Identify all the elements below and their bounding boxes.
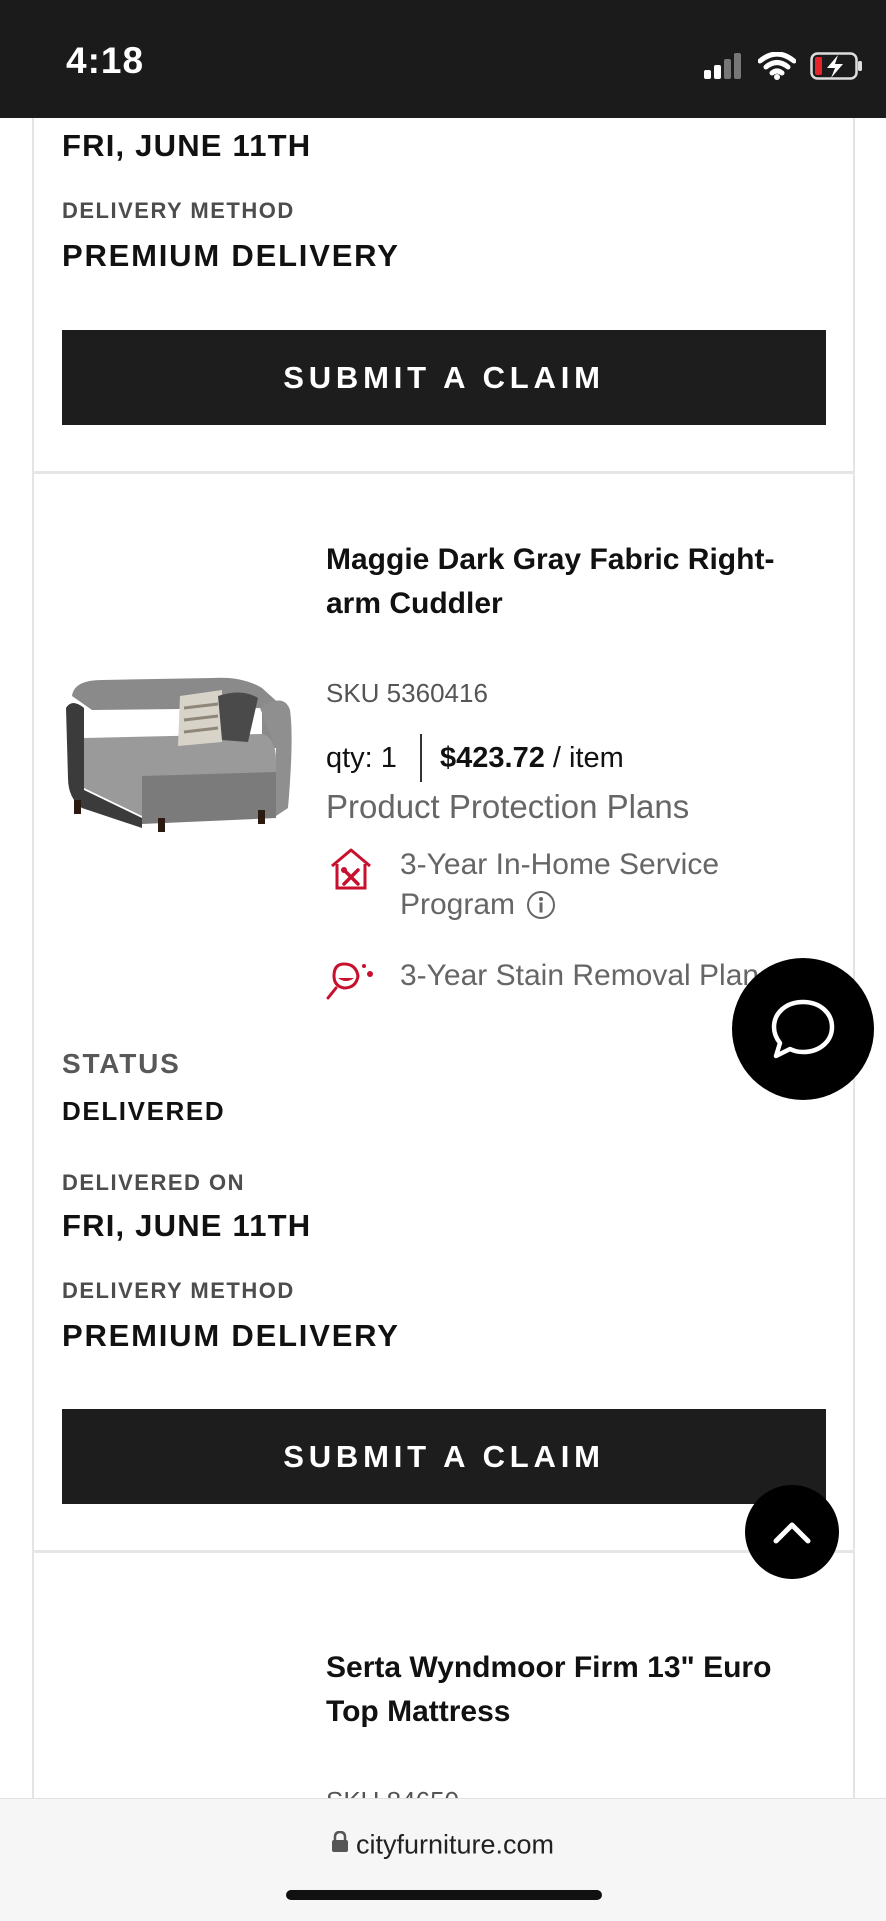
delivered-on-value: FRI, JUNE 11TH [62,1208,312,1243]
chat-bubble-icon [771,999,835,1059]
product-price: $423.72 / item [440,742,624,775]
card-border-right [853,118,855,1798]
scroll-to-top-button[interactable] [745,1485,839,1579]
url-text[interactable]: cityfurniture.com [0,1828,886,1860]
home-indicator[interactable] [286,1890,602,1900]
card-divider [32,1550,855,1553]
delivery-method-value: PREMIUM DELIVERY [62,1318,400,1353]
price-unit: / item [552,742,624,774]
plan-stain-removal[interactable]: 3-Year Stain Removal Plan [400,956,770,996]
delivery-method-value: PREMIUM DELIVERY [62,238,400,273]
wifi-icon [758,52,796,80]
cellular-signal-icon [704,53,741,79]
plan-in-home-service[interactable]: 3-Year In-Home Service Program [400,845,770,925]
status-icons [704,48,864,84]
chat-button[interactable] [732,958,874,1100]
product-image[interactable] [62,668,294,838]
product-title[interactable]: Maggie Dark Gray Fabric Right-arm Cuddle… [326,538,816,626]
status-value: DELIVERED [62,1096,226,1126]
lock-icon [331,1829,348,1860]
chevron-up-icon [773,1522,811,1544]
delivered-on-value: FRI, JUNE 11TH [62,128,312,163]
qty-price-divider [420,734,422,782]
sofa-image [66,677,292,832]
stain-removal-icon [326,956,378,1000]
product-title[interactable]: Serta Wyndmoor Firm 13" Euro Top Mattres… [326,1646,816,1734]
delivery-method-label: DELIVERY METHOD [62,1278,295,1303]
url-domain: cityfurniture.com [355,1829,555,1860]
delivery-method-label: DELIVERY METHOD [62,198,295,223]
delivered-on-label: DELIVERED ON [62,1170,246,1195]
status-time: 4:18 [66,40,145,81]
card-border-left [32,118,34,1798]
product-sku: SKU 84650 [326,1786,459,1798]
product-qty: qty: 1 [326,742,397,774]
submit-claim-button[interactable]: SUBMIT A CLAIM [62,330,826,425]
status-label: STATUS [62,1048,181,1079]
home-service-icon [328,846,374,892]
submit-claim-button[interactable]: SUBMIT A CLAIM [62,1409,826,1504]
card-divider [32,471,855,474]
battery-charging-icon [810,52,862,80]
product-sku: SKU 5360416 [326,678,488,708]
protection-plans-heading: Product Protection Plans [326,788,690,825]
info-icon[interactable] [526,890,556,920]
price-value: $423.72 [440,742,545,774]
